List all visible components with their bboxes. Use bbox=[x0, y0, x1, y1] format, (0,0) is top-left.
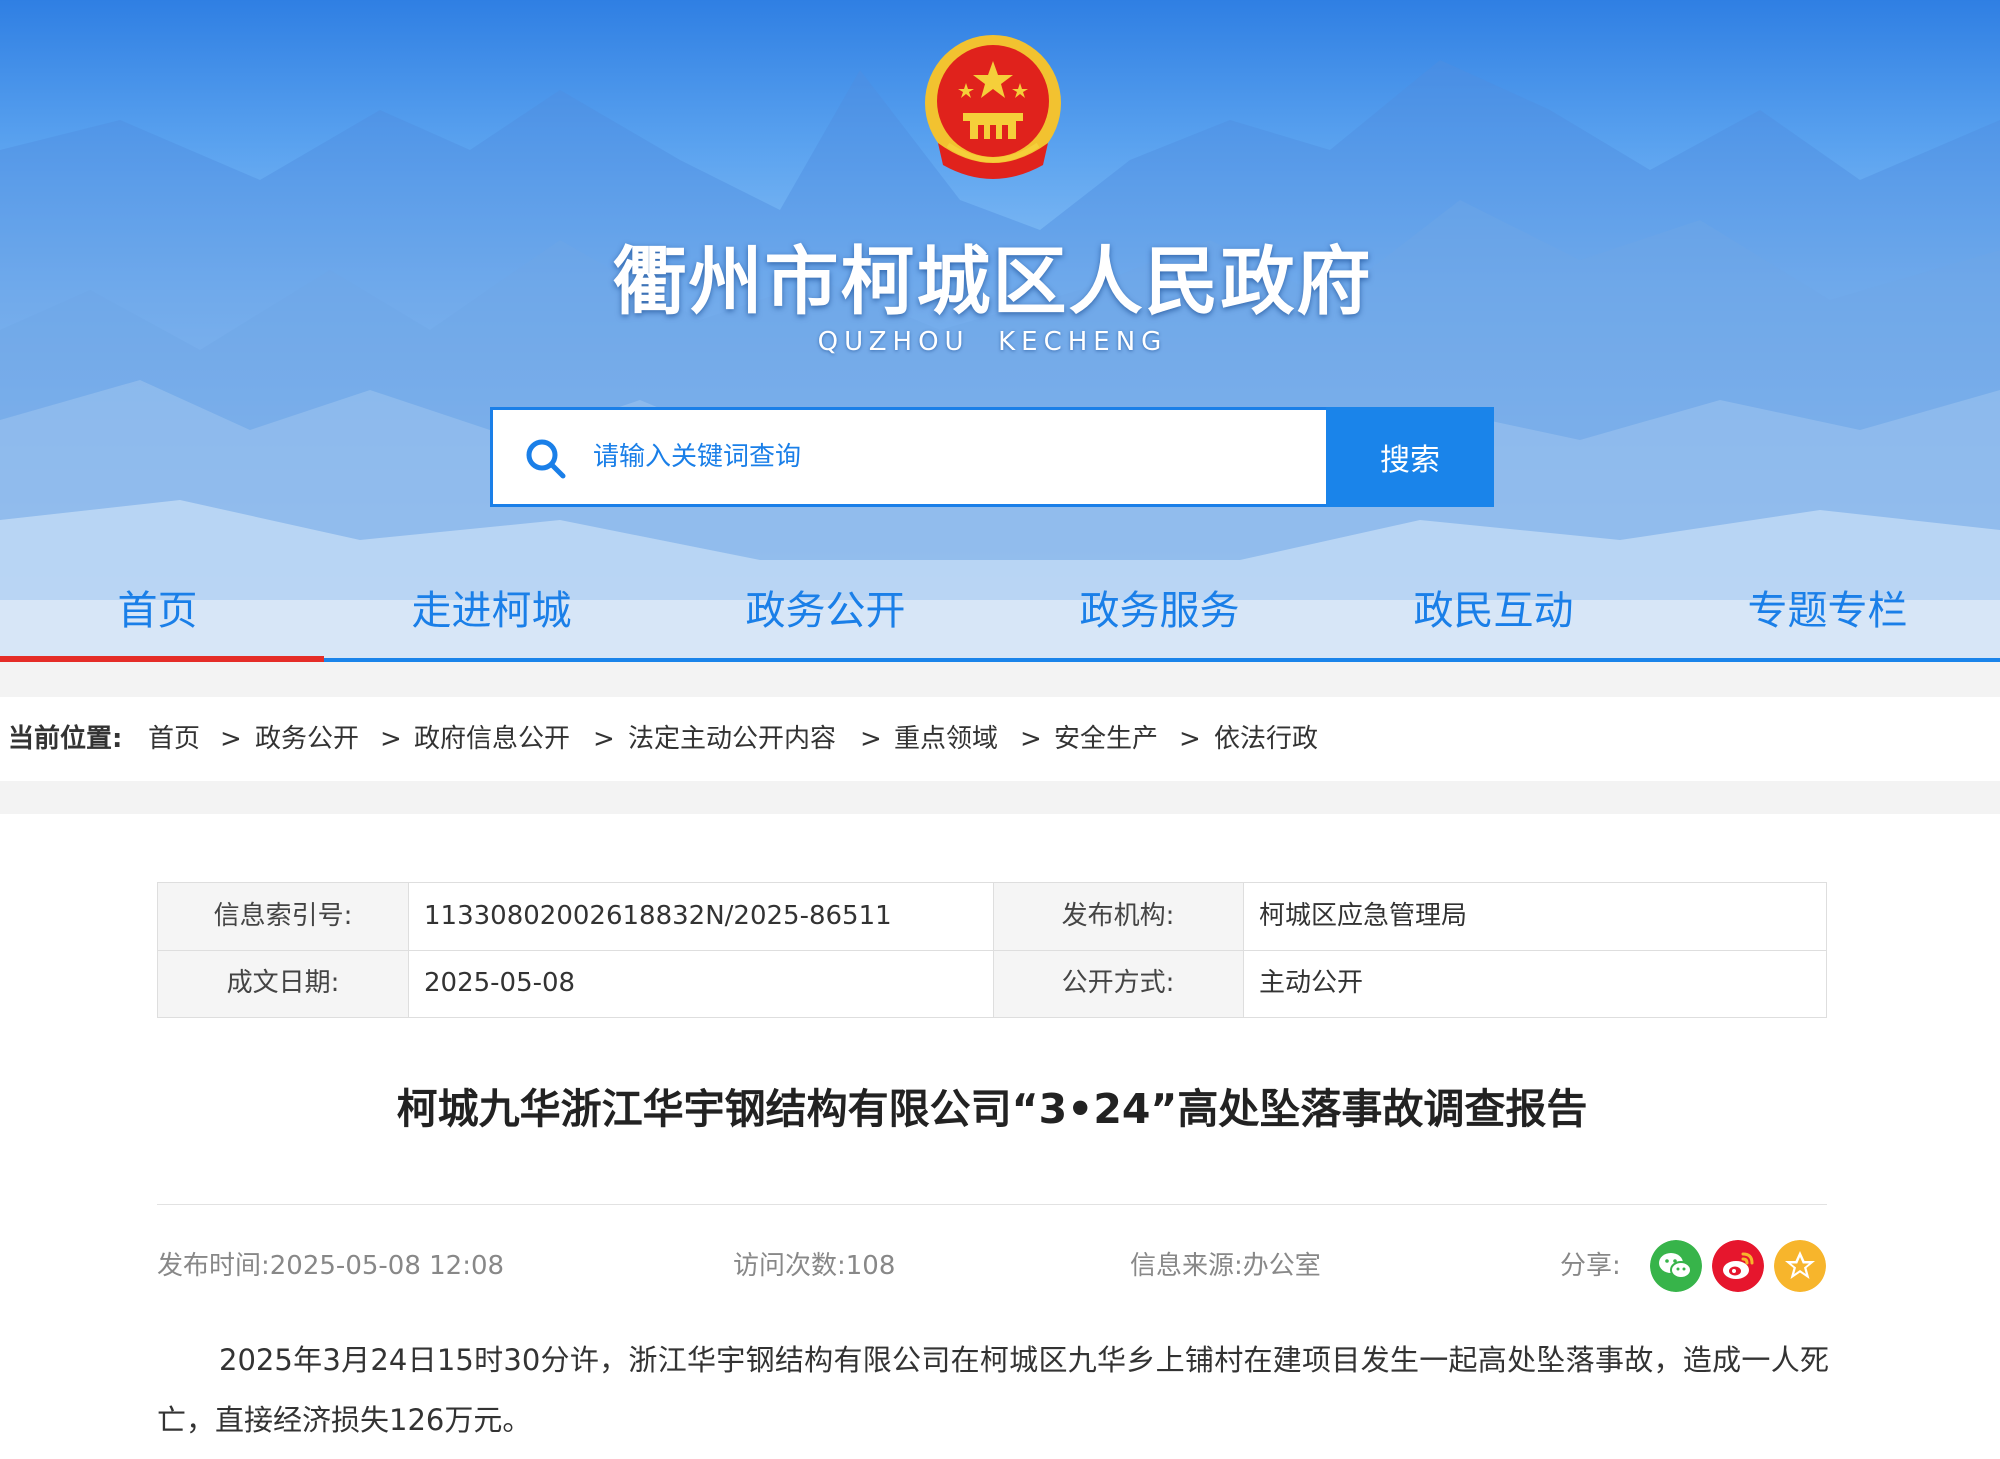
article-body: 2025年3月24日15时30分许，浙江华宇钢结构有限公司在柯城区九华乡上铺村在… bbox=[157, 1343, 1829, 1437]
info-index-label: 信息索引号: bbox=[158, 883, 408, 950]
breadcrumb-separator: > bbox=[1179, 724, 1201, 754]
info-mode-label: 公开方式: bbox=[993, 950, 1243, 1017]
breadcrumb-separator: > bbox=[860, 724, 882, 754]
info-publisher-label: 发布机构: bbox=[993, 883, 1243, 950]
nav-item-topics[interactable]: 专题专栏 bbox=[1660, 572, 1995, 650]
breadcrumb-separator: > bbox=[593, 724, 615, 754]
info-publisher-value: 柯城区应急管理局 bbox=[1259, 901, 1468, 931]
info-source: 信息来源:办公室 bbox=[1130, 1245, 1321, 1282]
table-col-divider bbox=[1243, 883, 1244, 1017]
info-mode-value: 主动公开 bbox=[1259, 968, 1364, 998]
breadcrumb-separator: > bbox=[380, 724, 402, 754]
title-divider bbox=[157, 1204, 1827, 1205]
publish-time: 发布时间:2025-05-08 12:08 bbox=[157, 1245, 504, 1282]
breadcrumb-label: 当前位置: bbox=[8, 724, 123, 754]
publish-time-label: 发布时间: bbox=[157, 1251, 270, 1281]
nav-item-home[interactable]: 首页 bbox=[0, 572, 325, 650]
article-title: 柯城九华浙江华宇钢结构有限公司“3•24”高处坠落事故调查报告 bbox=[396, 1085, 1588, 1133]
info-table: 信息索引号: 11330802002618832N/2025-86511 发布机… bbox=[157, 882, 1827, 1018]
main-nav: 首页 走进柯城 政务公开 政务服务 政民互动 专题专栏 bbox=[0, 572, 2000, 662]
national-emblem-icon bbox=[925, 35, 1061, 179]
visit-count-label: 访问次数: bbox=[733, 1251, 846, 1281]
site-title: 衢州市柯城区人民政府 bbox=[612, 239, 1373, 325]
breadcrumb: 当前位置: 首页 > 政务公开 > 政府信息公开 > 法定主动公开内容 > 重点… bbox=[0, 697, 2000, 781]
breadcrumb-item-statutory[interactable]: 法定主动公开内容 bbox=[628, 697, 836, 781]
nav-item-gov-services[interactable]: 政务服务 bbox=[992, 572, 1327, 650]
wechat-icon[interactable] bbox=[1650, 1240, 1702, 1292]
qzone-star-icon[interactable] bbox=[1774, 1240, 1826, 1292]
breadcrumb-item-gov-affairs[interactable]: 政务公开 bbox=[255, 697, 359, 781]
info-index-value: 11330802002618832N/2025-86511 bbox=[424, 901, 892, 931]
info-source-label: 信息来源: bbox=[1130, 1251, 1243, 1281]
table-col-divider bbox=[408, 883, 409, 1017]
search-bar: 搜索 bbox=[490, 407, 1494, 507]
search-button[interactable]: 搜索 bbox=[1326, 407, 1494, 507]
breadcrumb-separator: > bbox=[220, 724, 242, 754]
info-source-value: 办公室 bbox=[1242, 1251, 1321, 1281]
breadcrumb-item-safety[interactable]: 安全生产 bbox=[1054, 697, 1158, 781]
visit-count: 访问次数:108 bbox=[733, 1245, 895, 1282]
site-header: 衢州市柯城区人民政府 QUZHOU KECHENG 搜索 首页 走进柯城 政务公… bbox=[0, 0, 2000, 662]
info-date-label: 成文日期: bbox=[158, 950, 408, 1017]
visit-count-value: 108 bbox=[845, 1251, 896, 1281]
publish-time-value: 2025-05-08 12:08 bbox=[269, 1251, 505, 1281]
breadcrumb-item-key-areas[interactable]: 重点领域 bbox=[894, 697, 998, 781]
breadcrumb-item-home[interactable]: 首页 bbox=[148, 697, 200, 781]
breadcrumb-item-law-admin[interactable]: 依法行政 bbox=[1214, 697, 1318, 781]
nav-item-gov-affairs[interactable]: 政务公开 bbox=[658, 572, 993, 650]
breadcrumb-separator: > bbox=[1020, 724, 1042, 754]
table-col-divider bbox=[993, 883, 994, 1017]
search-input[interactable] bbox=[593, 410, 1303, 504]
breadcrumb-item-gov-info[interactable]: 政府信息公开 bbox=[414, 697, 570, 781]
site-subtitle: QUZHOU KECHENG bbox=[817, 327, 1168, 357]
nav-item-about[interactable]: 走进柯城 bbox=[324, 572, 659, 650]
search-icon[interactable] bbox=[523, 436, 567, 480]
share-label: 分享: bbox=[1560, 1251, 1621, 1281]
nav-item-interaction[interactable]: 政民互动 bbox=[1326, 572, 1661, 650]
info-date-value: 2025-05-08 bbox=[424, 968, 576, 998]
weibo-icon[interactable] bbox=[1712, 1240, 1764, 1292]
